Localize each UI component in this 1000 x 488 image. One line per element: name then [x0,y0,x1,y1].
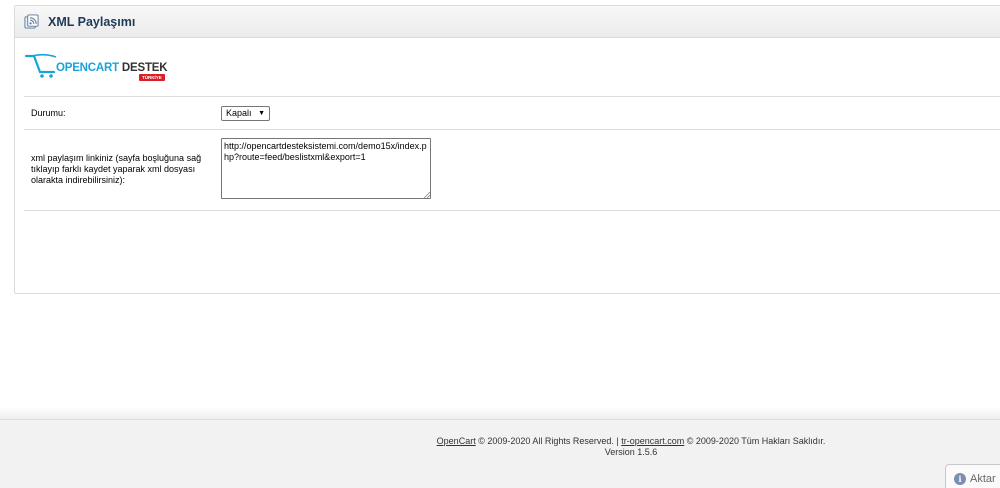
status-select[interactable]: Kapalı ▼ [221,106,270,121]
xml-link-label: xml paylaşım linkiniz (sayfa boşluğuna s… [31,153,202,185]
logo-text-opencart: OPENCART [56,62,119,74]
info-icon: i [954,473,966,485]
dropdown-arrow-icon: ▼ [258,110,265,117]
logo-text: OPENCART DESTEK [56,62,168,74]
footer-version: Version 1.5.6 [604,447,658,457]
box-heading: XML Paylaşımı [15,6,1000,38]
row-divider [24,210,1000,211]
activate-label: Aktar [970,473,996,485]
cart-logo-icon [24,53,57,78]
footer-copyright: OpenCart © 2009-2020 All Rights Reserved… [0,436,1000,446]
row-divider [24,96,1000,97]
page-title: XML Paylaşımı [48,14,136,29]
status-label: Durumu: [31,108,66,118]
logo-text-destek: DESTEK [118,62,168,74]
status-select-value: Kapalı [226,108,252,118]
footer-shadow [0,407,1000,419]
xml-link-textarea[interactable]: http://opencartdesteksistemi.com/demo15x… [221,138,431,199]
row-divider [24,129,1000,130]
tr-opencart-link[interactable]: tr-opencart.com [621,436,684,446]
content-box: XML Paylaşımı [14,5,1000,294]
opencart-link[interactable]: OpenCart [437,436,476,446]
footer-rights-text: © 2009-2020 All Rights Reserved. | [475,436,622,446]
footer-tr-rights: © 2009-2020 Tüm Hakları Saklıdır. [684,436,826,446]
resize-grip-icon[interactable] [423,191,430,198]
feed-icon [24,14,39,29]
footer: OpenCart © 2009-2020 All Rights Reserved… [0,419,1000,488]
logo-sub-badge: TÜRKİYE [139,74,165,81]
opencart-destek-logo: OPENCART DESTEK TÜRKİYE [24,50,184,84]
activate-button[interactable]: i Aktar [945,464,1000,488]
